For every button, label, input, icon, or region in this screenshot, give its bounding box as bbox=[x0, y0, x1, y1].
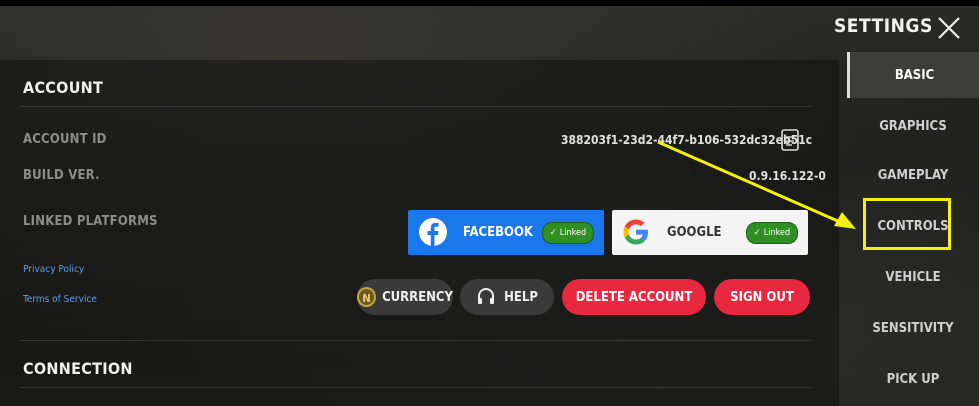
headset-icon bbox=[478, 288, 495, 304]
tab-vehicle[interactable]: VEHICLE bbox=[847, 254, 979, 300]
build-version-value: 0.9.16.122-0 bbox=[749, 169, 826, 183]
top-bar bbox=[0, 0, 979, 6]
build-version-label: BUILD VER. bbox=[23, 168, 100, 183]
tab-label: VEHICLE bbox=[885, 269, 941, 285]
facebook-icon bbox=[419, 218, 447, 246]
tab-pick-up[interactable]: PICK UP bbox=[847, 356, 979, 402]
tab-label: SENSITIVITY bbox=[872, 320, 954, 336]
tab-basic[interactable]: BASIC bbox=[847, 52, 979, 98]
currency-label: CURRENCY bbox=[382, 289, 453, 305]
currency-coin-icon: N bbox=[357, 287, 377, 307]
terms-of-service-link[interactable]: Terms of Service bbox=[23, 294, 97, 305]
facebook-link-card[interactable]: FACEBOOK ✓ Linked bbox=[408, 210, 604, 255]
tab-gameplay[interactable]: GAMEPLAY bbox=[847, 152, 979, 198]
tab-sensitivity[interactable]: SENSITIVITY bbox=[847, 305, 979, 351]
delete-account-button[interactable]: DELETE ACCOUNT bbox=[562, 279, 706, 315]
help-button[interactable]: HELP bbox=[460, 279, 554, 315]
account-section-title: ACCOUNT bbox=[23, 78, 104, 97]
connection-section-title: CONNECTION bbox=[23, 359, 133, 378]
google-link-card[interactable]: GOOGLE ✓ Linked bbox=[612, 210, 808, 255]
facebook-label: FACEBOOK bbox=[463, 225, 533, 240]
google-label: GOOGLE bbox=[667, 225, 722, 240]
google-icon bbox=[623, 219, 648, 245]
linked-platforms-label: LINKED PLATFORMS bbox=[23, 214, 158, 229]
account-id-label: ACCOUNT ID bbox=[23, 132, 107, 147]
check-icon: ✓ bbox=[549, 228, 557, 238]
sign-out-button[interactable]: SIGN OUT bbox=[714, 279, 810, 315]
divider bbox=[20, 106, 811, 107]
divider bbox=[20, 340, 811, 341]
tab-label: BASIC bbox=[894, 67, 935, 83]
currency-button[interactable]: N CURRENCY bbox=[357, 279, 453, 315]
privacy-policy-link[interactable]: Privacy Policy bbox=[23, 264, 84, 275]
settings-title: SETTINGS bbox=[834, 15, 933, 37]
tab-label: GRAPHICS bbox=[879, 118, 947, 134]
google-linked-badge: ✓ Linked bbox=[746, 222, 798, 244]
check-icon: ✓ bbox=[753, 228, 761, 238]
copy-icon bbox=[781, 129, 799, 151]
help-label: HELP bbox=[504, 289, 538, 305]
account-id-value: 388203f1-23d2-44f7-b106-532dc32eb51c bbox=[561, 133, 813, 147]
linked-status: Linked bbox=[559, 228, 587, 238]
tab-label: PICK UP bbox=[886, 371, 940, 387]
linked-status: Linked bbox=[763, 228, 791, 238]
tab-label: GAMEPLAY bbox=[877, 167, 949, 183]
controls-highlight-box bbox=[863, 198, 951, 250]
facebook-linked-badge: ✓ Linked bbox=[542, 222, 594, 244]
copy-button[interactable] bbox=[780, 128, 800, 152]
close-button[interactable] bbox=[935, 14, 963, 42]
divider bbox=[20, 387, 811, 388]
tab-graphics[interactable]: GRAPHICS bbox=[847, 103, 979, 149]
close-icon bbox=[938, 17, 960, 39]
